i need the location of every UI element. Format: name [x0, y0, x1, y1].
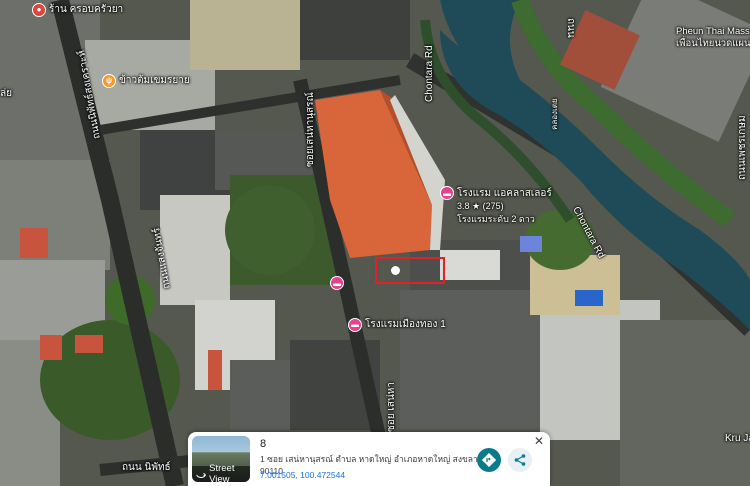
share-button[interactable] [508, 448, 532, 472]
road-label-chontara-1: Chontara Rd [424, 45, 435, 102]
poi-hotel-aclass[interactable]: ▬ โรงแรม แอคลาสเลอร์ 3.8 ★ (275) โรงแรมร… [440, 186, 552, 226]
road-label-kru: Kru Ja [725, 433, 750, 444]
street-view-thumbnail[interactable]: Street View [192, 436, 250, 482]
hotel-pin-icon: ▬ [330, 276, 344, 290]
street-view-icon [196, 472, 207, 478]
place-coordinates[interactable]: 7.001505, 100.472544 [260, 470, 345, 480]
share-icon [514, 454, 526, 466]
road-label-top-right: ถนนเพชรเกษม [737, 115, 748, 180]
restaurant-icon: ψ [102, 73, 116, 88]
poi-hotel-muangthong[interactable]: ▬ โรงแรมเมืองทอง 1 [348, 317, 446, 332]
poi-restaurant[interactable]: ψ ข้าวต้มเขมรยาย [102, 73, 190, 88]
location-pin-icon [389, 264, 402, 277]
road-label-bottom-vertical: ซอย เสน่หา [386, 382, 397, 432]
canal-label: คลองเตย [550, 98, 559, 130]
road-label-bottom: ถนน นิพัทธ์ [122, 462, 171, 473]
place-title: 8 [260, 438, 267, 450]
directions-icon [482, 453, 496, 467]
directions-button[interactable] [477, 448, 501, 472]
place-info-card: Street View 8 1 ซอย เสน่หานุสรณ์ ตำบล หา… [188, 432, 550, 486]
road-label-top-right-2: ถนน [565, 18, 576, 38]
road-label-center-vertical: ซอยเสน่หานุสรณ์ [305, 92, 316, 167]
hotel-icon: ▬ [440, 186, 454, 200]
hotel-icon-2: ▬ [348, 317, 362, 332]
poi-shop-top-left[interactable]: ● ร้าน ครอบครัวยา [32, 2, 123, 17]
shop-pin-icon: ● [32, 2, 46, 17]
selected-location-box[interactable] [375, 257, 445, 284]
street-view-label: Street View [209, 463, 235, 482]
poi-massage[interactable]: Pheun Thai Massage / Spa เพื่อนไทยนวดแผน… [676, 26, 750, 50]
satellite-map[interactable]: ซอยเสน่หานุสรณ์ ถนนแสงจันทร์ ถนนนิพัทธ์ส… [0, 0, 750, 486]
close-icon[interactable]: ✕ [534, 434, 544, 448]
poi-hotel-pin[interactable]: ▬ [330, 276, 344, 290]
poi-label-left-edge: ล่ย [0, 88, 12, 99]
